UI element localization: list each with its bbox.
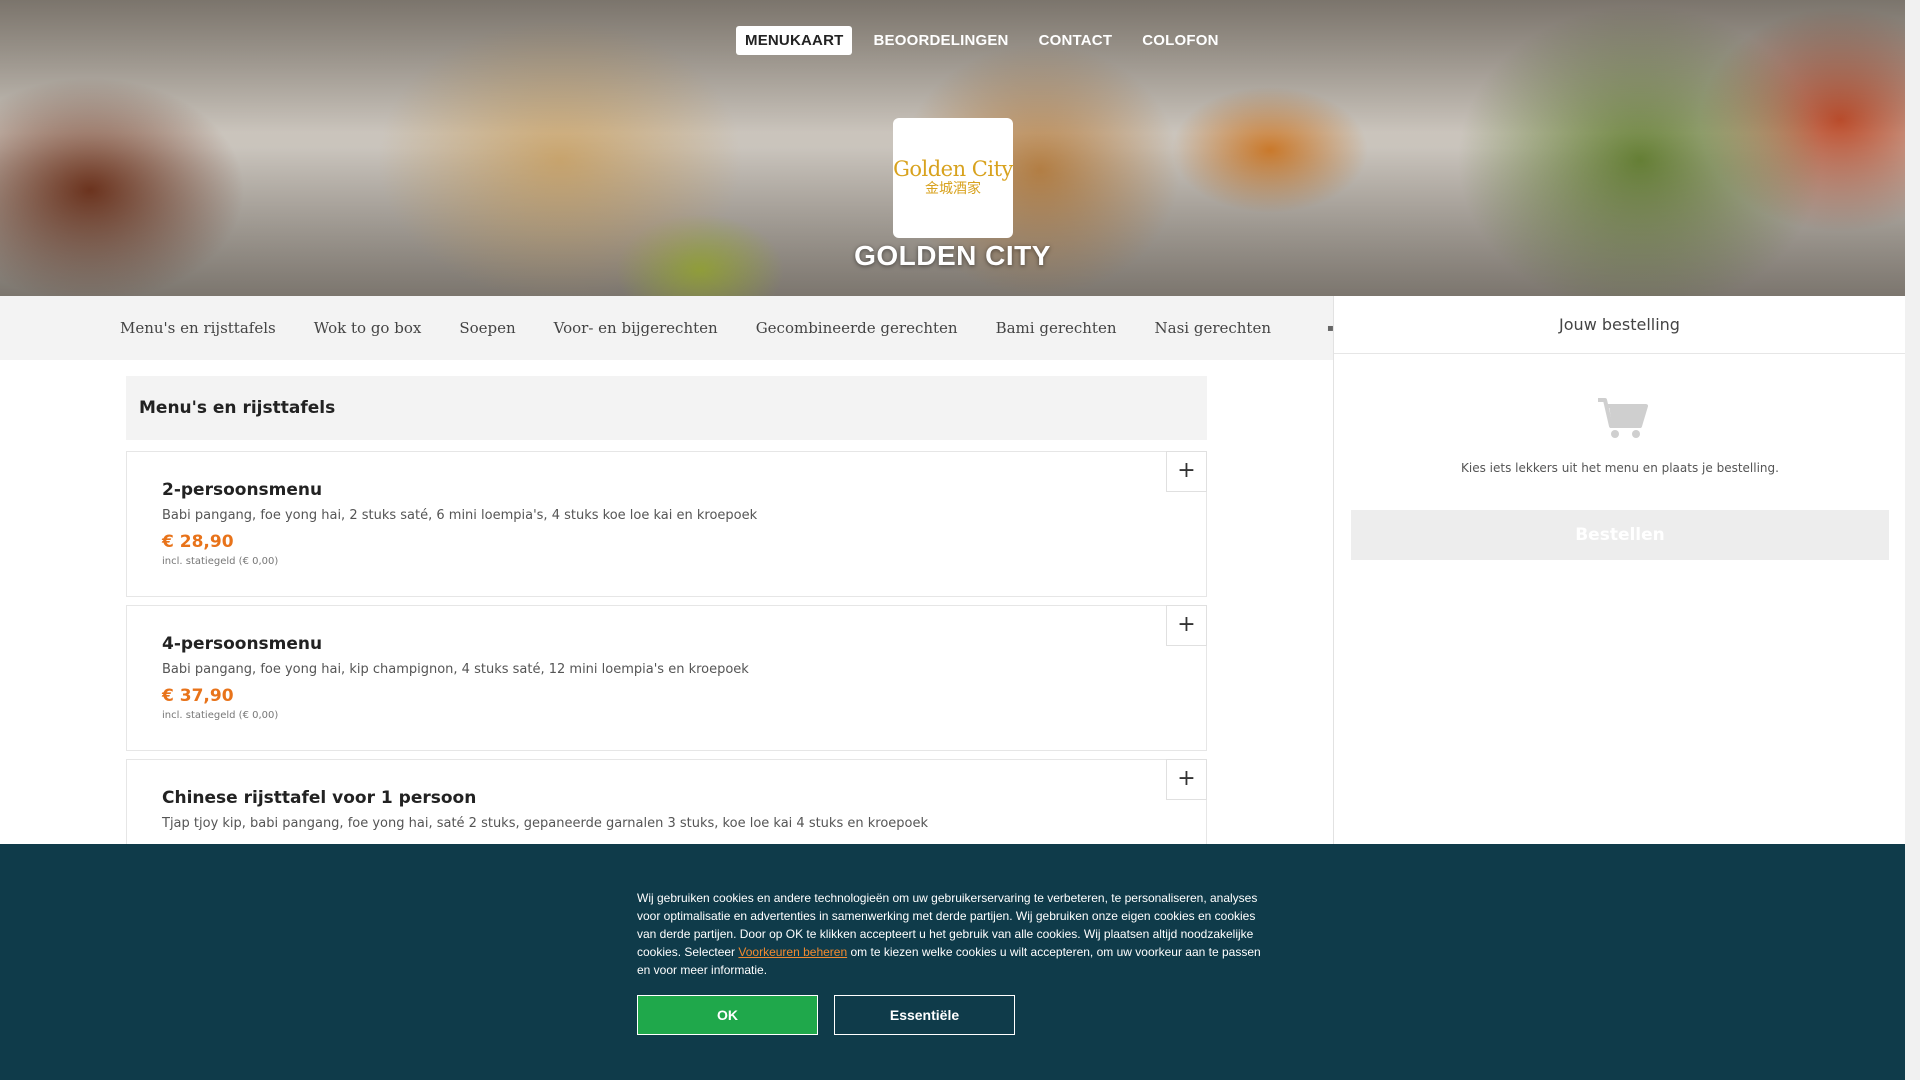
item-name[interactable]: 2-persoonsmenu — [162, 480, 322, 500]
category-soepen[interactable]: Soepen — [440, 319, 534, 337]
nav-contact[interactable]: CONTACT — [1030, 26, 1122, 55]
manage-preferences-link[interactable]: Voorkeuren beheren — [738, 945, 847, 959]
restaurant-name: GOLDEN CITY — [854, 240, 1051, 271]
cookie-essential-button[interactable]: Essentiële — [834, 995, 1015, 1035]
cookie-ok-button[interactable]: OK — [637, 995, 818, 1035]
shopping-cart-icon — [1598, 398, 1648, 438]
nav-beoordelingen[interactable]: BEOORDELINGEN — [864, 26, 1017, 55]
nav-menukaart[interactable]: MENUKAART — [736, 26, 853, 55]
cookie-text: Wij gebruiken cookies en andere technolo… — [637, 889, 1267, 979]
add-to-cart-button[interactable]: + — [1166, 605, 1207, 646]
restaurant-logo: Golden City 金城酒家 — [893, 118, 1013, 238]
item-deposit: incl. statiegeld (€ 0,00) — [162, 710, 279, 721]
order-button[interactable]: Bestellen — [1351, 510, 1889, 560]
section-title: Menu's en rijsttafels — [126, 376, 1207, 440]
add-to-cart-button[interactable]: + — [1166, 451, 1207, 492]
top-navigation: MENUKAART BEOORDELINGEN CONTACT COLOFON — [736, 26, 1228, 55]
hero-banner: MENUKAART BEOORDELINGEN CONTACT COLOFON … — [0, 0, 1905, 296]
category-voor-bijgerechten[interactable]: Voor- en bijgerechten — [535, 319, 737, 337]
basket-empty-text: Kies iets lekkers uit het menu en plaats… — [1461, 461, 1779, 475]
cookie-banner: Wij gebruiken cookies en andere technolo… — [0, 844, 1905, 1080]
item-deposit: incl. statiegeld (€ 0,00) — [162, 556, 279, 567]
item-description: Babi pangang, foe yong hai, kip champign… — [162, 662, 749, 677]
item-name[interactable]: 4-persoonsmenu — [162, 634, 322, 654]
menu-item: + 2-persoonsmenu Babi pangang, foe yong … — [126, 451, 1207, 597]
item-description: Babi pangang, foe yong hai, 2 stuks saté… — [162, 508, 758, 523]
add-to-cart-button[interactable]: + — [1166, 759, 1207, 800]
category-menus-rijsttafels[interactable]: Menu's en rijsttafels — [0, 319, 295, 337]
logo-text-cn: 金城酒家 — [925, 180, 981, 197]
category-bami-gerechten[interactable]: Bami gerechten — [977, 319, 1136, 337]
category-nasi-gerechten[interactable]: Nasi gerechten — [1136, 319, 1290, 337]
page-scrollbar[interactable] — [1905, 0, 1920, 1080]
item-price: € 28,90 — [162, 532, 234, 552]
category-gecombineerde-gerechten[interactable]: Gecombineerde gerechten — [737, 319, 977, 337]
menu-item: + 4-persoonsmenu Babi pangang, foe yong … — [126, 605, 1207, 751]
logo-text-en: Golden City — [893, 156, 1013, 181]
nav-colofon[interactable]: COLOFON — [1133, 26, 1227, 55]
item-description: Tjap tjoy kip, babi pangang, foe yong ha… — [162, 816, 928, 831]
category-bar: Menu's en rijsttafels Wok to go box Soep… — [0, 296, 1334, 360]
item-price: € 37,90 — [162, 686, 234, 706]
basket-title: Jouw bestelling — [1334, 296, 1905, 354]
category-wok-to-go-box[interactable]: Wok to go box — [295, 319, 441, 337]
item-name[interactable]: Chinese rijsttafel voor 1 persoon — [162, 788, 476, 808]
